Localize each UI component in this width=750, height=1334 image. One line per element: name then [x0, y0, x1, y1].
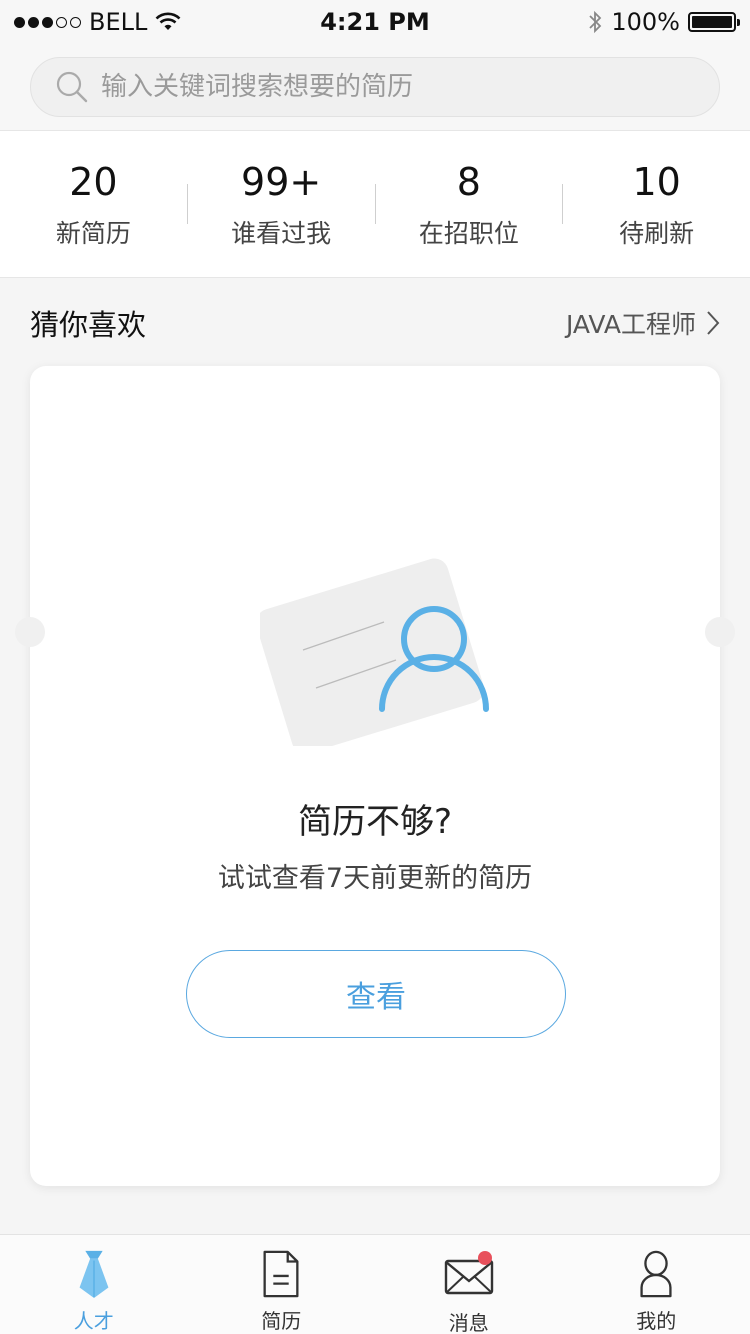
stat-value: 20	[69, 160, 118, 204]
stat-value: 8	[456, 160, 481, 204]
view-button[interactable]: 查看	[186, 950, 566, 1038]
stat-label: 待刷新	[619, 219, 695, 248]
empty-state-subtitle: 试试查看7天前更新的简历	[217, 863, 533, 894]
empty-state-card: 简历不够? 试试查看7天前更新的简历 查看	[30, 366, 720, 1186]
card-notch-left	[15, 617, 45, 647]
nav-label: 消息	[448, 1311, 489, 1334]
stat-pending-refresh[interactable]: 10 待刷新	[563, 131, 750, 277]
nav-label: 人才	[73, 1309, 114, 1333]
search-icon	[56, 71, 88, 103]
card-notch-right	[705, 617, 735, 647]
battery-icon	[688, 12, 740, 32]
bluetooth-icon	[589, 10, 602, 34]
mail-icon-wrap	[442, 1249, 496, 1301]
search-input[interactable]	[101, 72, 701, 102]
stat-label: 谁看过我	[231, 219, 332, 248]
search-box[interactable]	[30, 57, 720, 117]
document-icon	[263, 1250, 299, 1298]
stat-open-positions[interactable]: 8 在招职位	[376, 131, 563, 277]
person-icon	[640, 1250, 672, 1298]
resume-card-icon	[260, 558, 489, 746]
signal-strength-icon	[14, 16, 81, 28]
stat-who-viewed-me[interactable]: 99+ 谁看过我	[188, 131, 375, 277]
stat-new-resumes[interactable]: 20 新简历	[0, 131, 187, 277]
bottom-nav: 人才 简历 消息 我的	[0, 1234, 750, 1334]
wifi-icon	[155, 12, 181, 30]
battery-percent: 100%	[611, 8, 680, 36]
nav-mine[interactable]: 我的	[563, 1235, 750, 1334]
job-filter-link[interactable]: JAVA工程师	[566, 305, 720, 341]
status-bar: BELL 4:21 PM 100%	[0, 0, 750, 44]
nav-messages[interactable]: 消息	[375, 1235, 563, 1334]
unread-badge	[477, 1251, 492, 1265]
search-bar-container	[0, 44, 750, 130]
stat-value: 10	[632, 160, 681, 204]
nav-talent[interactable]: 人才	[0, 1235, 188, 1334]
status-right: 100%	[587, 8, 740, 36]
job-filter-label: JAVA工程师	[565, 310, 696, 339]
app-screen: BELL 4:21 PM 100% 输入关键词搜索想要的简历 20 新简历 99…	[0, 0, 750, 1334]
empty-state-title: 简历不够?	[297, 802, 453, 842]
stat-value: 99+	[241, 160, 322, 204]
recommend-header: 猜你喜欢 JAVA工程师	[30, 300, 720, 346]
nav-label: 简历	[261, 1309, 302, 1333]
stat-label: 在招职位	[418, 219, 519, 248]
stats-bar: 20 新简历 99+ 谁看过我 8 在招职位 10 待刷新	[0, 130, 750, 278]
chevron-right-icon	[707, 311, 720, 335]
nav-label: 我的	[636, 1309, 677, 1333]
nav-resume[interactable]: 简历	[188, 1235, 376, 1334]
stat-label: 新简历	[55, 219, 131, 248]
status-left: BELL	[14, 8, 181, 36]
tie-icon	[79, 1250, 109, 1299]
carrier-name: BELL	[89, 8, 148, 36]
section-title: 猜你喜欢	[30, 308, 147, 342]
